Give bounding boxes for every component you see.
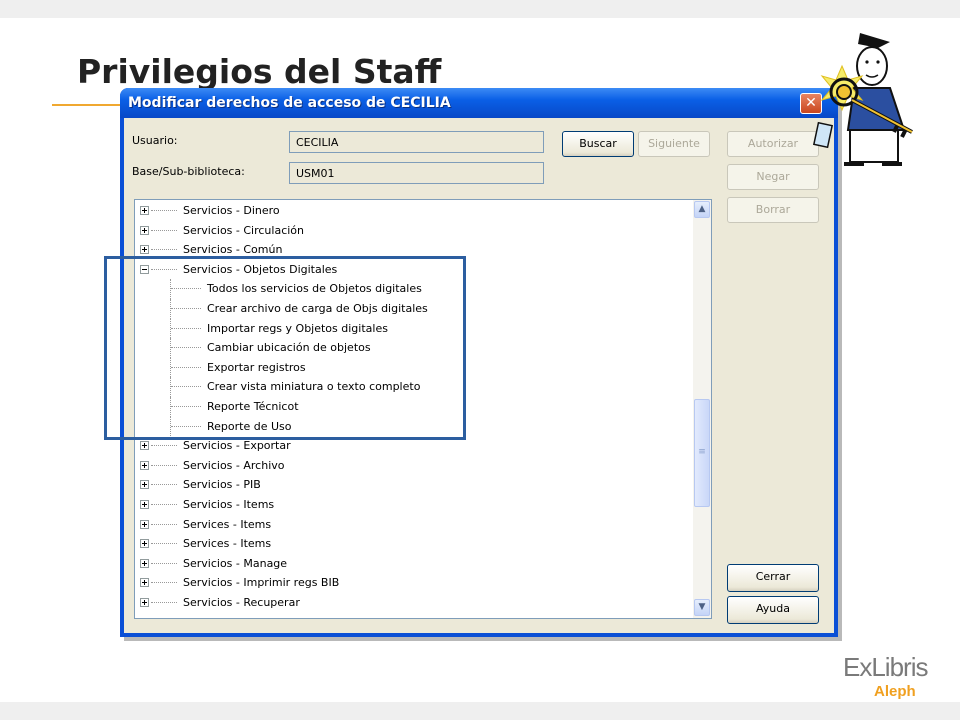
tree-connector [151,562,177,564]
expand-plus-icon[interactable] [140,598,149,607]
tree-item-label: Servicios - DSI [183,616,262,618]
tree-node[interactable]: Servicios - Imprimir regs BIB [135,573,691,593]
tree-node[interactable]: Servicios - PIB [135,475,691,495]
tree-item-label: Services - Items [183,537,272,551]
tree-node[interactable]: Services - Items [135,534,691,554]
tree-item-label: Servicios - Dinero [183,204,280,217]
base-field[interactable]: USM01 [289,162,544,184]
slide-top-band [0,0,960,18]
highlight-box [104,256,466,440]
tree-node[interactable]: Servicios - DSI [135,613,691,618]
slide-bottom-band [0,702,960,720]
ayuda-button[interactable]: Ayuda [727,596,819,624]
tree-connector [151,543,177,545]
expand-plus-icon[interactable] [140,617,149,618]
expand-plus-icon[interactable] [140,206,149,215]
base-label: Base/Sub-biblioteca: [132,165,245,178]
expand-plus-icon[interactable] [140,245,149,255]
tree-item-label: Servicios - Manage [183,556,288,570]
tree-node[interactable]: Servicios - Archivo [135,456,691,476]
tree-item-label: Servicios - PIB [183,478,261,492]
dialog-titlebar[interactable]: Modificar derechos de acceso de CECILIA … [120,88,838,118]
tree-item-label: Servicios - Exportar [183,439,291,453]
buscar-button[interactable]: Buscar [562,131,634,157]
tree-connector [151,249,177,251]
tree-item-label: Servicios - Items [183,498,275,511]
tree-connector [151,445,177,447]
tree-node[interactable]: Servicios - Circulación [135,221,691,241]
cerrar-button[interactable]: Cerrar [727,564,819,592]
tree-scrollbar[interactable]: ▲ ≡ ▼ [693,200,711,618]
tree-connector [151,229,177,231]
title-rule [52,104,127,106]
expand-plus-icon[interactable] [140,558,149,568]
logo-sub-text: Aleph [874,683,916,700]
borrar-button[interactable]: Borrar [727,197,819,223]
tree-connector [151,523,177,525]
person-with-keys-icon [812,33,913,166]
expand-plus-icon[interactable] [140,460,149,470]
scroll-up-icon[interactable]: ▲ [694,201,710,218]
expand-plus-icon[interactable] [140,519,149,529]
tree-node[interactable]: Servicios - Dinero [135,201,691,221]
tree-node[interactable]: Services - Items [135,515,691,535]
logo-main-text: ExLibris [843,652,928,682]
expand-plus-icon[interactable] [140,500,149,509]
usuario-field[interactable]: CECILIA [289,131,544,153]
scroll-down-icon[interactable]: ▼ [694,599,710,616]
tree-connector [151,210,177,211]
negar-button[interactable]: Negar [727,164,819,190]
expand-plus-icon[interactable] [140,539,149,549]
scroll-thumb[interactable]: ≡ [694,399,710,507]
usuario-label: Usuario: [132,134,178,147]
tree-connector [151,504,177,505]
siguiente-button[interactable]: Siguiente [638,131,710,157]
tree-connector [151,602,177,603]
expand-plus-icon[interactable] [140,441,149,451]
tree-item-label: Services - Items [183,517,272,531]
tree-connector [151,464,177,466]
expand-plus-icon[interactable] [140,480,149,490]
tree-item-label: Servicios - Común [183,243,283,257]
tree-node[interactable]: Servicios - Items [135,495,691,515]
dialog-title: Modificar derechos de acceso de CECILIA [128,95,451,111]
tree-item-label: Servicios - Recuperar [183,596,300,609]
tree-connector [151,582,177,584]
expand-plus-icon[interactable] [140,225,149,235]
tree-item-label: Servicios - Imprimir regs BIB [183,576,340,590]
tree-item-label: Servicios - Circulación [183,223,305,237]
slide-title: Privilegios del Staff [77,52,442,91]
tree-node[interactable]: Servicios - Recuperar [135,593,691,613]
autorizar-button[interactable]: Autorizar [727,131,819,157]
exlibris-logo: ExLibris Aleph [843,652,933,700]
expand-plus-icon[interactable] [140,578,149,588]
tree-connector [151,484,177,486]
tree-item-label: Servicios - Archivo [183,458,285,472]
tree-node[interactable]: Servicios - Manage [135,554,691,574]
